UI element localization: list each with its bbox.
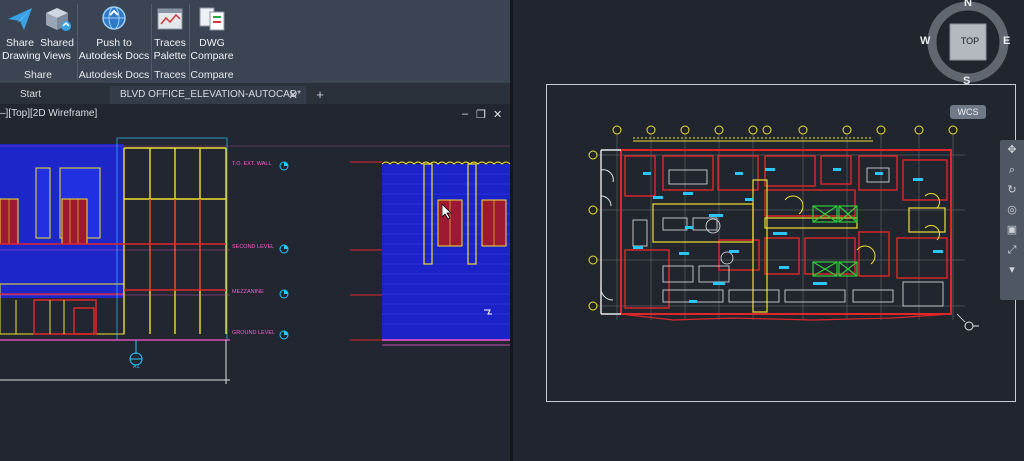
push-to-autodesk-docs-label: Push to Autodesk Docs: [78, 37, 150, 62]
share-group-title: Share: [23, 69, 53, 81]
elevation-drawing: A1: [0, 137, 510, 384]
nav-menu-icon[interactable]: ▾: [1000, 260, 1024, 280]
viewcube-top-face[interactable]: TOP: [957, 36, 983, 46]
model-viewport-elevation[interactable]: –][Top][2D Wireframe] – ❐ ✕ A1 T.O. EXT.…: [0, 104, 510, 461]
share-drawing-button[interactable]: Share Drawing: [2, 4, 41, 63]
close-tab-icon[interactable]: ✕: [288, 86, 298, 104]
level-tag-ground-level: GROUND LEVEL: [232, 330, 276, 336]
dwg-compare-button[interactable]: DWG Compare: [190, 4, 234, 63]
mouse-cursor-icon: [442, 204, 452, 220]
level-tag-mezzanine: MEZZANINE: [232, 289, 264, 295]
share-drawing-label: Share Drawing: [2, 37, 41, 62]
compass-east[interactable]: E: [1003, 35, 1010, 47]
traces-palette-label: Traces Palette: [153, 37, 187, 62]
zoom-extents-icon[interactable]: ⤢: [1000, 240, 1024, 260]
dwg-compare-icon: [199, 7, 225, 31]
push-to-autodesk-docs-button[interactable]: Push to Autodesk Docs: [78, 4, 150, 63]
shared-views-button[interactable]: Shared Views: [38, 4, 76, 63]
compass-west[interactable]: W: [920, 35, 930, 47]
level-tag-ext-wall: T.O. EXT. WALL: [232, 161, 272, 167]
pan-icon[interactable]: ✥: [1000, 140, 1024, 160]
autodesk-docs-group: Push to Autodesk Docs Autodesk Docs: [78, 0, 150, 84]
new-tab-button[interactable]: +: [312, 86, 328, 104]
globe-upload-icon: [102, 6, 126, 30]
paper-plane-icon: [8, 8, 32, 30]
traces-palette-button[interactable]: Traces Palette: [152, 4, 188, 63]
compass-south[interactable]: S: [963, 75, 970, 87]
compare-group-title: Compare: [190, 69, 234, 81]
ribbon: Share Drawing Shared Views Share Push to…: [0, 0, 510, 84]
compare-group: DWG Compare Compare: [190, 0, 234, 84]
dwg-compare-label: DWG Compare: [190, 37, 234, 62]
file-tab-bar: Start BLVD OFFICE_ELEVATION-AUTOCAD* ✕ +: [0, 84, 510, 104]
zoom-icon[interactable]: ⌕: [1000, 160, 1024, 180]
traces-group: Traces Palette Traces: [152, 0, 188, 84]
traces-group-title: Traces: [154, 69, 186, 81]
steering-wheel-icon[interactable]: ◎: [1000, 200, 1024, 220]
level-tag-second-level: SECOND LEVEL: [232, 244, 275, 250]
orbit-icon[interactable]: ↻: [1000, 180, 1024, 200]
compass-north[interactable]: N: [964, 0, 972, 9]
autodesk-docs-group-title: Autodesk Docs: [78, 69, 150, 81]
tab-document[interactable]: BLVD OFFICE_ELEVATION-AUTOCAD* ✕: [110, 86, 306, 104]
model-viewport-plan[interactable]: TOP N S W E WCS ✥ ⌕ ↻ ◎ ▣ ⤢ ▾: [513, 0, 1024, 461]
tab-document-label: BLVD OFFICE_ELEVATION-AUTOCAD*: [120, 89, 301, 100]
showmotion-icon[interactable]: ▣: [1000, 220, 1024, 240]
shared-views-label: Shared Views: [40, 37, 74, 62]
shared-views-icon: [46, 8, 71, 31]
svg-text:A1: A1: [133, 364, 140, 370]
tab-start[interactable]: Start: [0, 86, 108, 104]
traces-palette-icon: [157, 8, 183, 30]
navigation-bar: ✥ ⌕ ↻ ◎ ▣ ⤢ ▾: [1000, 140, 1024, 300]
wcs-menu-button[interactable]: WCS: [950, 105, 986, 119]
share-group: Share Drawing Shared Views Share: [0, 0, 76, 84]
